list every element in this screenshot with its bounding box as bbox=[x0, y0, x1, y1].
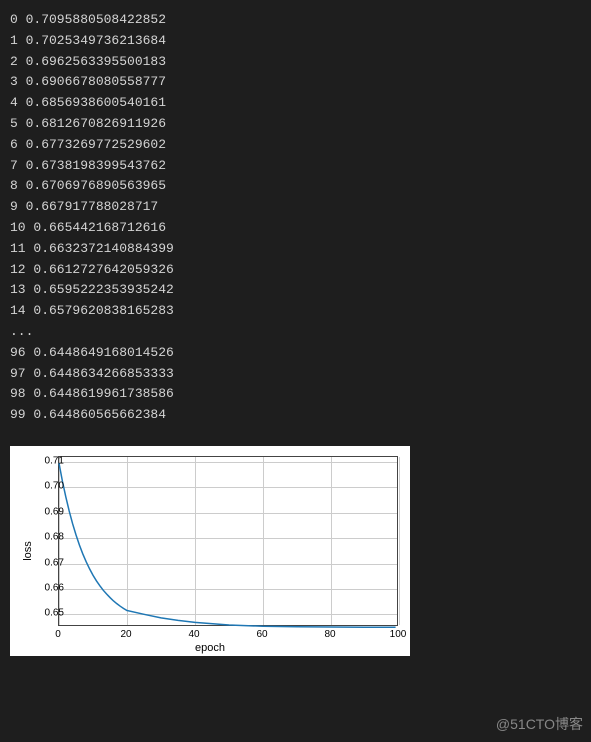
watermark: @51CTO博客 bbox=[496, 714, 583, 734]
ellipsis-line: ... bbox=[10, 322, 586, 343]
console-line: 8 0.6706976890563965 bbox=[10, 176, 586, 197]
console-line: 14 0.6579620838165283 bbox=[10, 301, 586, 322]
console-line: 13 0.6595222353935242 bbox=[10, 280, 586, 301]
console-line: 2 0.6962563395500183 bbox=[10, 52, 586, 73]
console-line: 3 0.6906678080558777 bbox=[10, 72, 586, 93]
console-line: 99 0.644860565662384 bbox=[10, 405, 586, 426]
console-line: 0 0.7095880508422852 bbox=[10, 10, 586, 31]
console-line: 9 0.667917788028717 bbox=[10, 197, 586, 218]
console-line: 4 0.6856938600540161 bbox=[10, 93, 586, 114]
x-tick-label: 20 bbox=[120, 629, 131, 640]
y-tick-label: 0.65 bbox=[45, 608, 64, 619]
console-line: 1 0.7025349736213684 bbox=[10, 31, 586, 52]
loss-curve bbox=[59, 457, 397, 625]
loss-chart: loss 0.65 0.66 0.67 0.68 0.69 0.70 0.71 0 20 40 6… bbox=[10, 446, 410, 656]
console-line: 7 0.6738198399543762 bbox=[10, 156, 586, 177]
console-line: 96 0.6448649168014526 bbox=[10, 343, 586, 364]
console-line: 98 0.6448619961738586 bbox=[10, 384, 586, 405]
y-tick-label: 0.71 bbox=[45, 456, 64, 467]
x-axis-label: epoch bbox=[195, 642, 225, 654]
plot-area bbox=[58, 456, 398, 626]
x-tick-label: 100 bbox=[390, 629, 407, 640]
y-tick-label: 0.67 bbox=[45, 557, 64, 568]
y-tick-label: 0.66 bbox=[45, 582, 64, 593]
y-axis-label: loss bbox=[22, 541, 34, 561]
console-line: 97 0.6448634266853333 bbox=[10, 364, 586, 385]
x-tick-label: 40 bbox=[188, 629, 199, 640]
y-tick-label: 0.69 bbox=[45, 506, 64, 517]
x-tick-label: 80 bbox=[324, 629, 335, 640]
x-tick-label: 60 bbox=[256, 629, 267, 640]
console-line: 6 0.6773269772529602 bbox=[10, 135, 586, 156]
console-line: 12 0.6612727642059326 bbox=[10, 260, 586, 281]
gridline bbox=[399, 457, 400, 625]
y-tick-label: 0.70 bbox=[45, 481, 64, 492]
console-line: 10 0.665442168712616 bbox=[10, 218, 586, 239]
console-line: 5 0.6812670826911926 bbox=[10, 114, 586, 135]
console-output: 0 0.70958805084228521 0.7025349736213684… bbox=[0, 0, 591, 436]
y-tick-label: 0.68 bbox=[45, 532, 64, 543]
x-tick-label: 0 bbox=[55, 629, 61, 640]
console-line: 11 0.6632372140884399 bbox=[10, 239, 586, 260]
